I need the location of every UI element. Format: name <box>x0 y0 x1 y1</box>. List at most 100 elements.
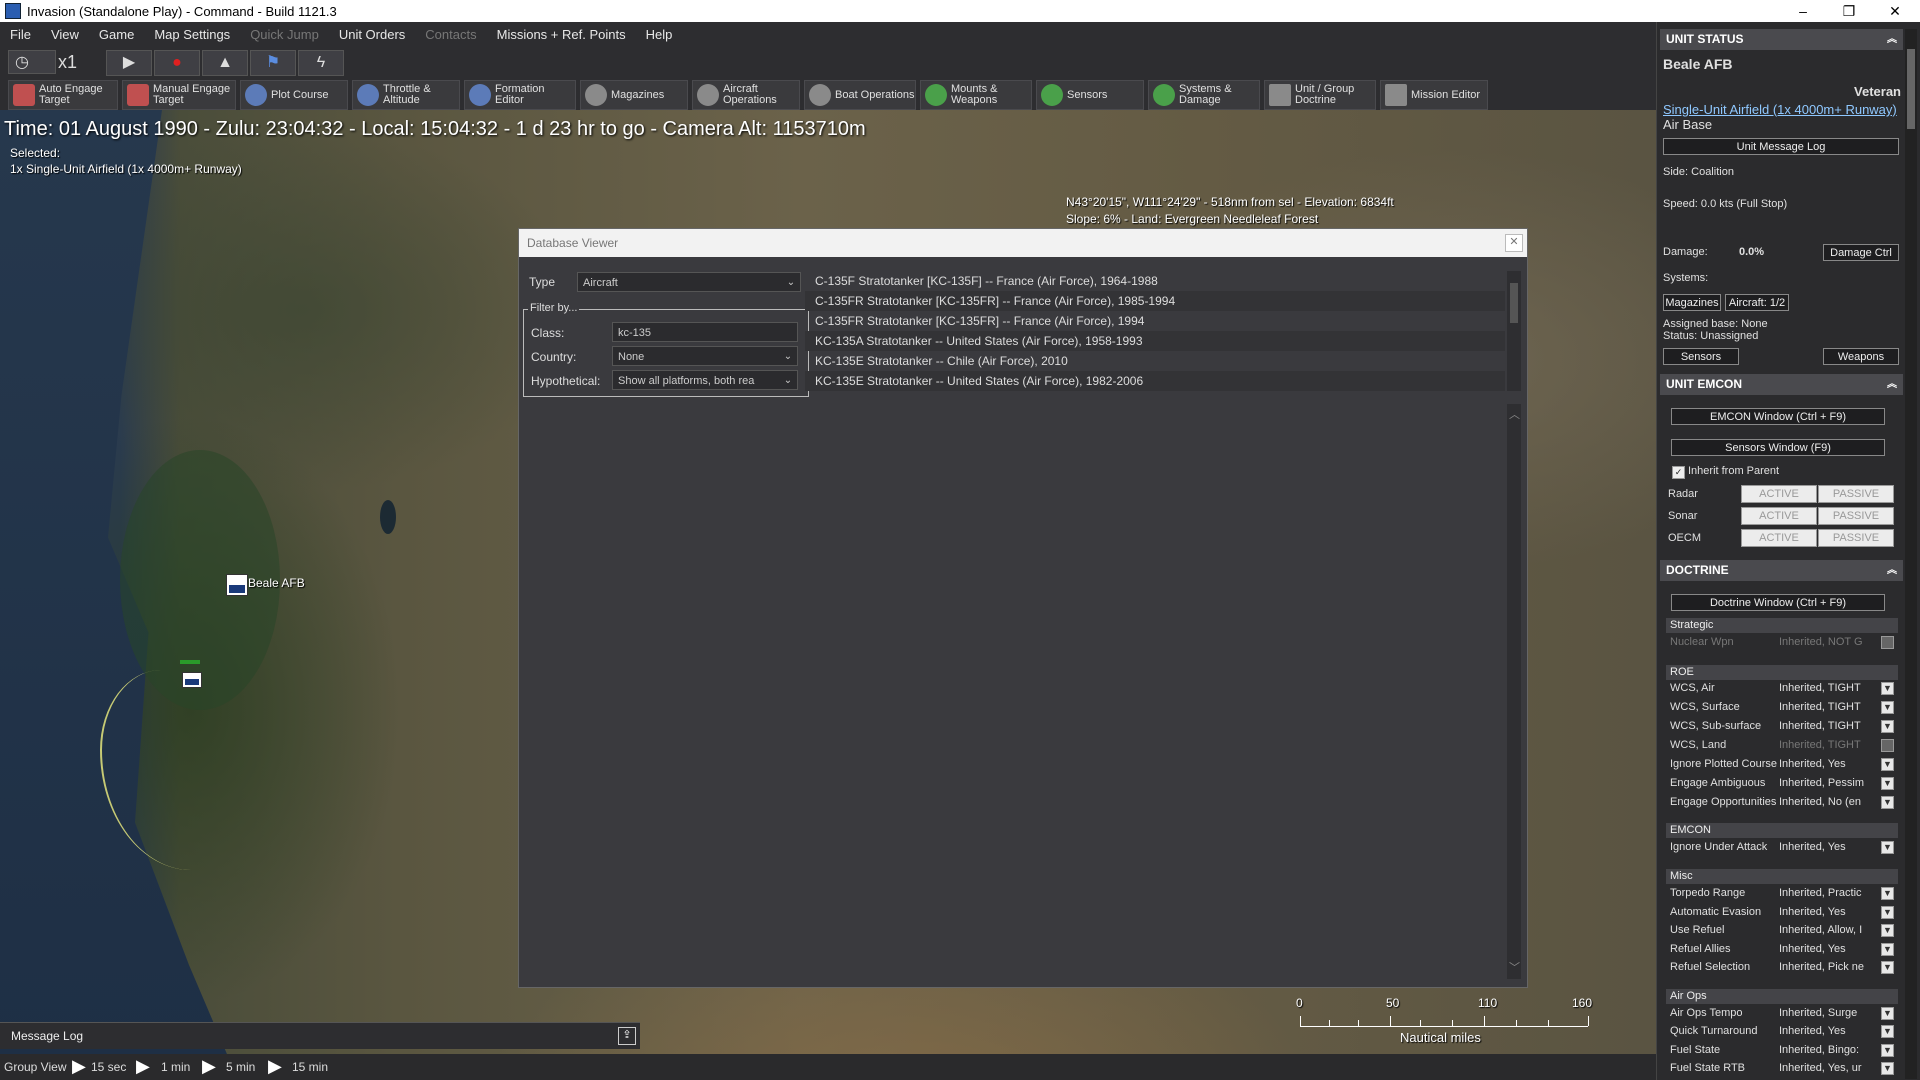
terrain-icon[interactable]: ▲ <box>202 50 248 76</box>
chevron-down-icon[interactable]: ▼ <box>1881 682 1894 695</box>
results-scrollbar[interactable] <box>1507 271 1521 391</box>
damage-control-button[interactable]: Damage Ctrl <box>1823 244 1899 261</box>
doctrine-row[interactable]: Fuel State RTB Inherited, Yes, ur ▼ <box>1666 1060 1898 1077</box>
menu-help[interactable]: Help <box>636 27 683 42</box>
menu-view[interactable]: View <box>41 27 89 42</box>
chevron-down-icon[interactable]: ▼ <box>1881 701 1894 714</box>
oecm-active-button[interactable]: ACTIVE <box>1741 529 1817 547</box>
time-step-button[interactable]: 15 sec <box>91 1060 126 1074</box>
doctrine-row[interactable]: Ignore Under Attack Inherited, Yes ▼ <box>1666 839 1898 856</box>
scroll-thumb[interactable] <box>1907 49 1915 129</box>
menu-quick-jump[interactable]: Quick Jump <box>240 27 329 42</box>
unit-status-header[interactable]: UNIT STATUS ︽ <box>1660 29 1903 50</box>
chevron-down-icon[interactable]: ▼ <box>1881 777 1894 790</box>
inherit-checkbox[interactable]: ✓ <box>1672 466 1685 479</box>
chevron-down-icon[interactable]: ▼ <box>1881 758 1894 771</box>
minimize-button[interactable]: – <box>1780 0 1826 22</box>
menu-file[interactable]: File <box>0 27 41 42</box>
plot-course-button[interactable]: Plot Course <box>240 80 348 110</box>
doctrine-row[interactable]: Air Ops Tempo Inherited, Surge ▼ <box>1666 1005 1898 1022</box>
airbase-unit-icon[interactable] <box>226 574 248 596</box>
dialog-close-icon[interactable]: ✕ <box>1505 234 1523 252</box>
formation-editor-button[interactable]: Formation Editor <box>464 80 576 110</box>
magazines-button[interactable]: Magazines <box>580 80 688 110</box>
expand-up-icon[interactable]: ⇪ <box>618 1027 636 1045</box>
chevron-down-icon[interactable]: ▼ <box>1881 636 1894 649</box>
doctrine-row[interactable]: Automatic Evasion Inherited, Yes ▼ <box>1666 904 1898 921</box>
doctrine-row[interactable]: Ignore Plotted Course Inherited, Yes ▼ <box>1666 756 1898 773</box>
unit-group-doctrine-button[interactable]: Unit / Group Doctrine <box>1264 80 1376 110</box>
chevron-down-icon[interactable]: ▼ <box>1881 720 1894 733</box>
aircraft-operations-button[interactable]: Aircraft Operations <box>692 80 800 110</box>
unit-emcon-header[interactable]: UNIT EMCON ︽ <box>1660 374 1903 395</box>
radar-active-button[interactable]: ACTIVE <box>1741 485 1817 503</box>
mission-editor-button[interactable]: Mission Editor <box>1380 80 1488 110</box>
menu-unit-orders[interactable]: Unit Orders <box>329 27 415 42</box>
scroll-up-icon[interactable]: ︿ <box>1509 406 1520 422</box>
collapse-icon[interactable]: ︽ <box>1887 560 1897 581</box>
sensors-button[interactable]: Sensors <box>1036 80 1144 110</box>
list-item[interactable]: KC-135A Stratotanker -- United States (A… <box>805 331 1505 351</box>
sonar-active-button[interactable]: ACTIVE <box>1741 507 1817 525</box>
secondary-unit-icon[interactable] <box>182 672 202 688</box>
menu-game[interactable]: Game <box>89 27 144 42</box>
doctrine-row[interactable]: WCS, Air Inherited, TIGHT ▼ <box>1666 680 1898 697</box>
doctrine-row[interactable]: Refuel Selection Inherited, Pick ne ▼ <box>1666 959 1898 976</box>
chevron-down-icon[interactable]: ▼ <box>1881 1007 1894 1020</box>
unit-class-link[interactable]: Single-Unit Airfield (1x 4000m+ Runway) <box>1663 102 1897 117</box>
scroll-thumb[interactable] <box>1510 283 1518 323</box>
magazines-panel-button[interactable]: Magazines <box>1663 294 1721 311</box>
list-item[interactable]: C-135FR Stratotanker [KC-135FR] -- Franc… <box>805 291 1505 311</box>
menu-contacts[interactable]: Contacts <box>415 27 486 42</box>
emcon-window-button[interactable]: EMCON Window (Ctrl + F9) <box>1671 408 1885 425</box>
list-item[interactable]: C-135F Stratotanker [KC-135F] -- France … <box>805 271 1505 291</box>
throttle-altitude-button[interactable]: Throttle & Altitude <box>352 80 460 110</box>
time-step-button[interactable]: 15 min <box>292 1060 328 1074</box>
list-item[interactable]: KC-135E Stratotanker -- Chile (Air Force… <box>805 351 1505 371</box>
menu-map-settings[interactable]: Map Settings <box>144 27 240 42</box>
sensors-panel-button[interactable]: Sensors <box>1663 348 1739 365</box>
systems-damage-button[interactable]: Systems & Damage <box>1148 80 1260 110</box>
sonar-passive-button[interactable]: PASSIVE <box>1818 507 1894 525</box>
sensors-window-button[interactable]: Sensors Window (F9) <box>1671 439 1885 456</box>
restore-button[interactable]: ❐ <box>1826 0 1872 22</box>
doctrine-header[interactable]: DOCTRINE ︽ <box>1660 560 1903 581</box>
list-item[interactable]: C-135FR Stratotanker [KC-135FR] -- Franc… <box>805 311 1505 331</box>
chevron-down-icon[interactable]: ▼ <box>1881 943 1894 956</box>
type-dropdown[interactable]: Aircraft ⌄ <box>577 272 801 292</box>
chevron-down-icon[interactable]: ▼ <box>1881 887 1894 900</box>
record-button[interactable]: ● <box>154 50 200 76</box>
hypothetical-dropdown[interactable]: Show all platforms, both rea ⌄ <box>612 370 798 390</box>
lightning-icon[interactable]: ϟ <box>298 50 344 76</box>
doctrine-row[interactable]: Fuel State Inherited, Bingo: ▼ <box>1666 1042 1898 1059</box>
boat-operations-button[interactable]: Boat Operations <box>804 80 916 110</box>
chevron-down-icon[interactable]: ▼ <box>1881 906 1894 919</box>
country-dropdown[interactable]: None ⌄ <box>612 346 798 366</box>
mounts-weapons-button[interactable]: Mounts & Weapons <box>920 80 1032 110</box>
oecm-passive-button[interactable]: PASSIVE <box>1818 529 1894 547</box>
doctrine-window-button[interactable]: Doctrine Window (Ctrl + F9) <box>1671 594 1885 611</box>
doctrine-row[interactable]: Quick Turnaround Inherited, Yes ▼ <box>1666 1023 1898 1040</box>
collapse-icon[interactable]: ︽ <box>1887 29 1897 50</box>
doctrine-row[interactable]: Nuclear Wpn Inherited, NOT G ▼ <box>1666 634 1898 651</box>
clock-icon[interactable]: ◷ <box>8 50 56 74</box>
play-button[interactable]: ▶ <box>106 50 152 76</box>
time-step-button[interactable]: 1 min <box>161 1060 190 1074</box>
flag-icon[interactable]: ⚑ <box>250 50 296 76</box>
aircraft-panel-button[interactable]: Aircraft: 1/2 <box>1725 294 1789 311</box>
chevron-down-icon[interactable]: ▼ <box>1881 1025 1894 1038</box>
panel-scrollbar[interactable] <box>1905 29 1917 1079</box>
radar-passive-button[interactable]: PASSIVE <box>1818 485 1894 503</box>
chevron-down-icon[interactable]: ▼ <box>1881 1062 1894 1075</box>
doctrine-row[interactable]: Torpedo Range Inherited, Practic ▼ <box>1666 885 1898 902</box>
chevron-down-icon[interactable]: ▼ <box>1881 961 1894 974</box>
detail-scrollbar[interactable]: ︿ ﹀ <box>1507 404 1521 979</box>
doctrine-row[interactable]: Engage Opportunities Inherited, No (en ▼ <box>1666 794 1898 811</box>
doctrine-row[interactable]: WCS, Land Inherited, TIGHT ▼ <box>1666 737 1898 754</box>
auto-engage-button[interactable]: Auto Engage Target <box>8 80 118 110</box>
time-step-button[interactable]: 5 min <box>226 1060 255 1074</box>
chevron-down-icon[interactable]: ▼ <box>1881 841 1894 854</box>
collapse-icon[interactable]: ︽ <box>1887 374 1897 395</box>
manual-engage-button[interactable]: Manual Engage Target <box>122 80 236 110</box>
chevron-down-icon[interactable]: ▼ <box>1881 924 1894 937</box>
